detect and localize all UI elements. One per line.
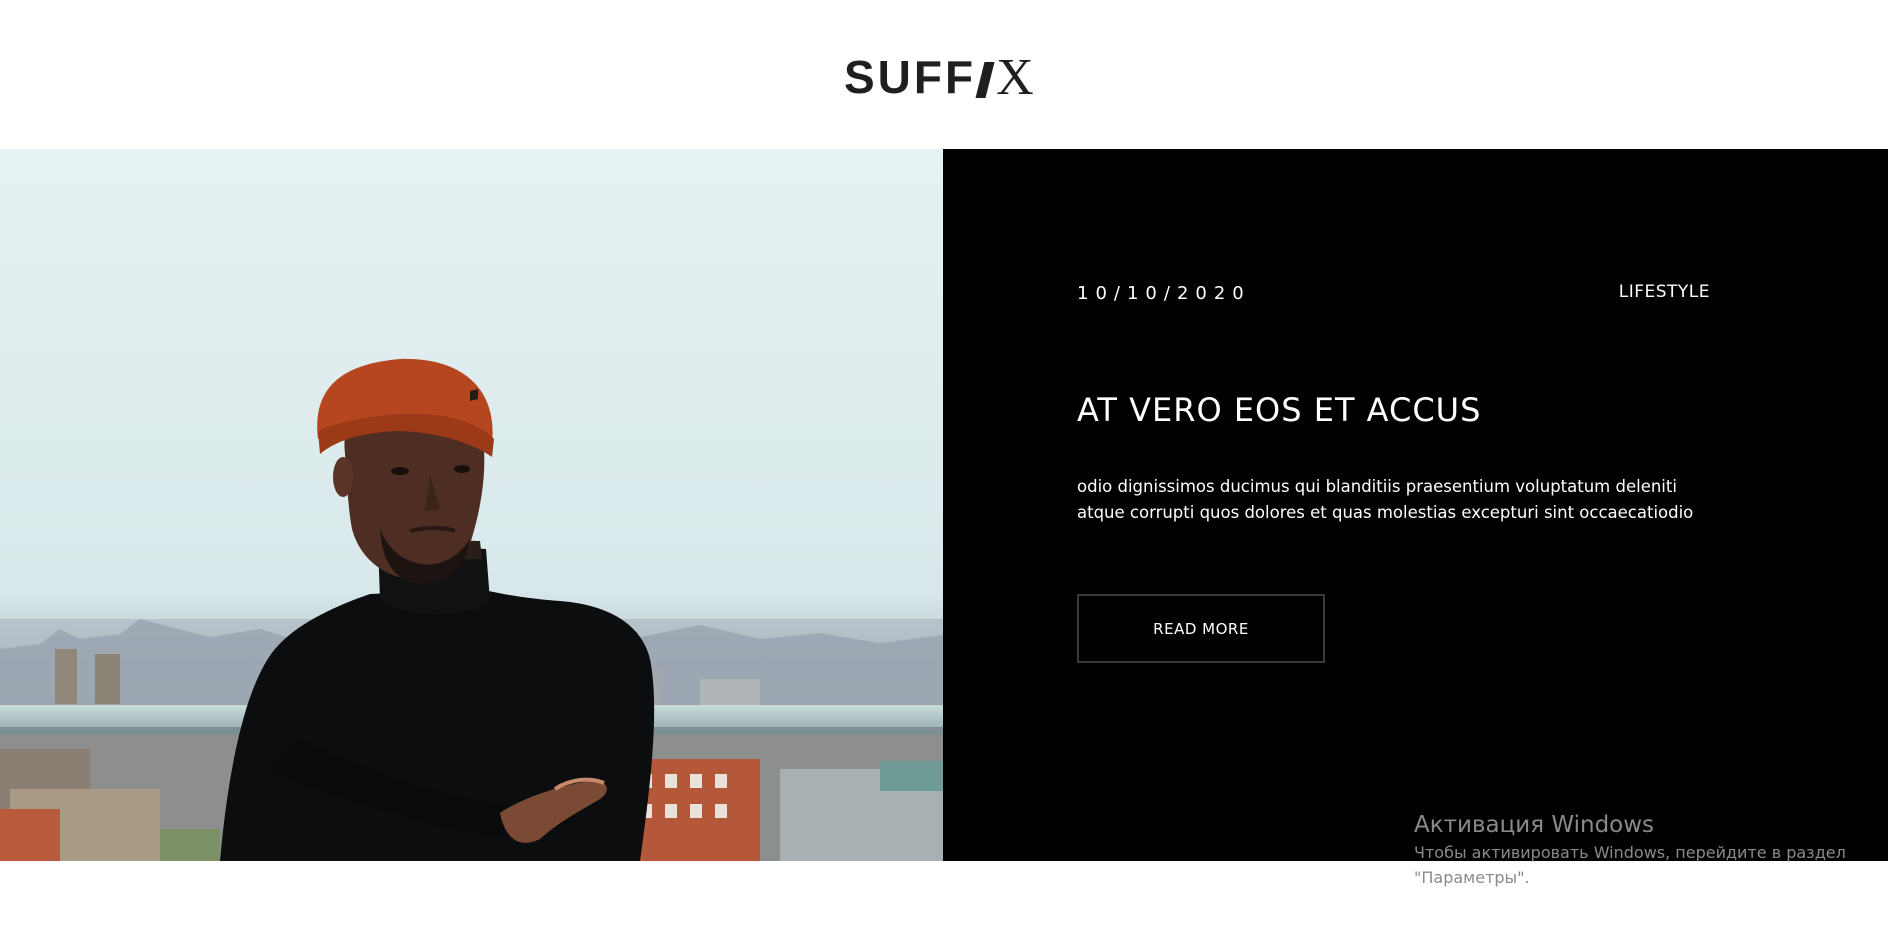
featured-post: 10/10/2020 LIFESTYLE AT VERO EOS ET ACCU… bbox=[0, 149, 1888, 861]
post-date: 10/10/2020 bbox=[1077, 283, 1251, 304]
logo-accent-letter: X bbox=[996, 49, 1034, 106]
logo-wordmark: SUFF bbox=[844, 51, 977, 103]
site-header: SUFF X bbox=[0, 0, 1888, 149]
watermark-title: Активация Windows bbox=[1414, 812, 1655, 838]
featured-post-image bbox=[0, 149, 943, 861]
post-title[interactable]: AT VERO EOS ET ACCUS bbox=[1077, 391, 1481, 429]
logo-slash-mark bbox=[975, 62, 995, 98]
site-logo[interactable]: SUFF X bbox=[844, 44, 1034, 104]
watermark-text: Чтобы активировать Windows, перейдите в … bbox=[1414, 843, 1846, 887]
windows-activation-watermark: Активация Windows Чтобы активировать Win… bbox=[1414, 810, 1874, 890]
featured-post-panel: 10/10/2020 LIFESTYLE AT VERO EOS ET ACCU… bbox=[943, 149, 1888, 861]
man-in-red-beanie-photo bbox=[0, 149, 943, 861]
post-category-link[interactable]: LIFESTYLE bbox=[1619, 282, 1710, 302]
post-excerpt: odio dignissimos ducimus qui blanditiis … bbox=[1077, 477, 1694, 522]
read-more-button[interactable]: READ MORE bbox=[1077, 594, 1325, 663]
